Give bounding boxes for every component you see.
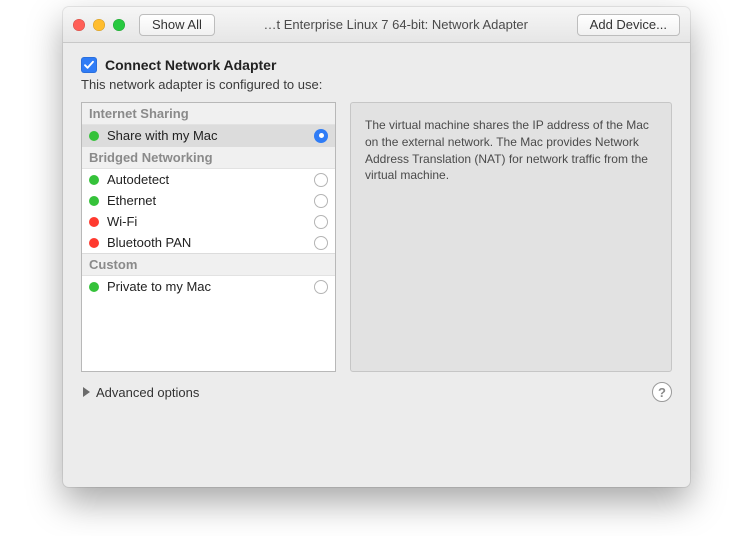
minimize-icon[interactable] — [93, 19, 105, 31]
settings-window: Show All …t Enterprise Linux 7 64-bit: N… — [63, 7, 690, 487]
help-button[interactable]: ? — [652, 382, 672, 402]
group-header: Bridged Networking — [82, 146, 335, 169]
checkmark-icon — [83, 59, 95, 71]
add-device-label: Add Device... — [590, 17, 667, 32]
radio[interactable] — [314, 194, 328, 208]
window-title: …t Enterprise Linux 7 64-bit: Network Ad… — [223, 17, 569, 32]
radio-selected[interactable] — [314, 129, 328, 143]
status-dot-icon — [89, 217, 99, 227]
list-item-label: Wi-Fi — [107, 214, 306, 229]
radio[interactable] — [314, 173, 328, 187]
connect-label: Connect Network Adapter — [105, 57, 276, 73]
show-all-label: Show All — [152, 17, 202, 32]
radio[interactable] — [314, 236, 328, 250]
window-controls — [73, 19, 125, 31]
titlebar: Show All …t Enterprise Linux 7 64-bit: N… — [63, 7, 690, 43]
status-dot-icon — [89, 238, 99, 248]
status-dot-icon — [89, 282, 99, 292]
subtitle-text: This network adapter is configured to us… — [81, 77, 672, 92]
description-panel: The virtual machine shares the IP addres… — [350, 102, 672, 372]
add-device-button[interactable]: Add Device... — [577, 14, 680, 36]
columns: Internet Sharing Share with my Mac Bridg… — [81, 102, 672, 372]
list-item[interactable]: Bluetooth PAN — [82, 232, 335, 253]
list-item[interactable]: Private to my Mac — [82, 276, 335, 297]
list-item-label: Share with my Mac — [107, 128, 306, 143]
content-area: Connect Network Adapter This network ada… — [63, 43, 690, 414]
radio[interactable] — [314, 280, 328, 294]
show-all-button[interactable]: Show All — [139, 14, 215, 36]
zoom-icon[interactable] — [113, 19, 125, 31]
advanced-row: Advanced options ? — [81, 382, 672, 402]
network-mode-list: Internet Sharing Share with my Mac Bridg… — [81, 102, 336, 372]
list-item-label: Bluetooth PAN — [107, 235, 306, 250]
disclosure-triangle-icon[interactable] — [83, 387, 90, 397]
list-item[interactable]: Share with my Mac — [82, 125, 335, 146]
advanced-options-label[interactable]: Advanced options — [96, 385, 199, 400]
list-item[interactable]: Wi-Fi — [82, 211, 335, 232]
group-header: Custom — [82, 253, 335, 276]
help-label: ? — [658, 385, 666, 400]
list-item-label: Ethernet — [107, 193, 306, 208]
connect-checkbox[interactable] — [81, 57, 97, 73]
status-dot-icon — [89, 196, 99, 206]
group-header: Internet Sharing — [82, 103, 335, 125]
close-icon[interactable] — [73, 19, 85, 31]
list-item[interactable]: Autodetect — [82, 169, 335, 190]
description-text: The virtual machine shares the IP addres… — [365, 118, 649, 182]
list-item-label: Private to my Mac — [107, 279, 306, 294]
radio[interactable] — [314, 215, 328, 229]
list-item[interactable]: Ethernet — [82, 190, 335, 211]
status-dot-icon — [89, 131, 99, 141]
status-dot-icon — [89, 175, 99, 185]
list-item-label: Autodetect — [107, 172, 306, 187]
connect-row: Connect Network Adapter — [81, 57, 672, 73]
